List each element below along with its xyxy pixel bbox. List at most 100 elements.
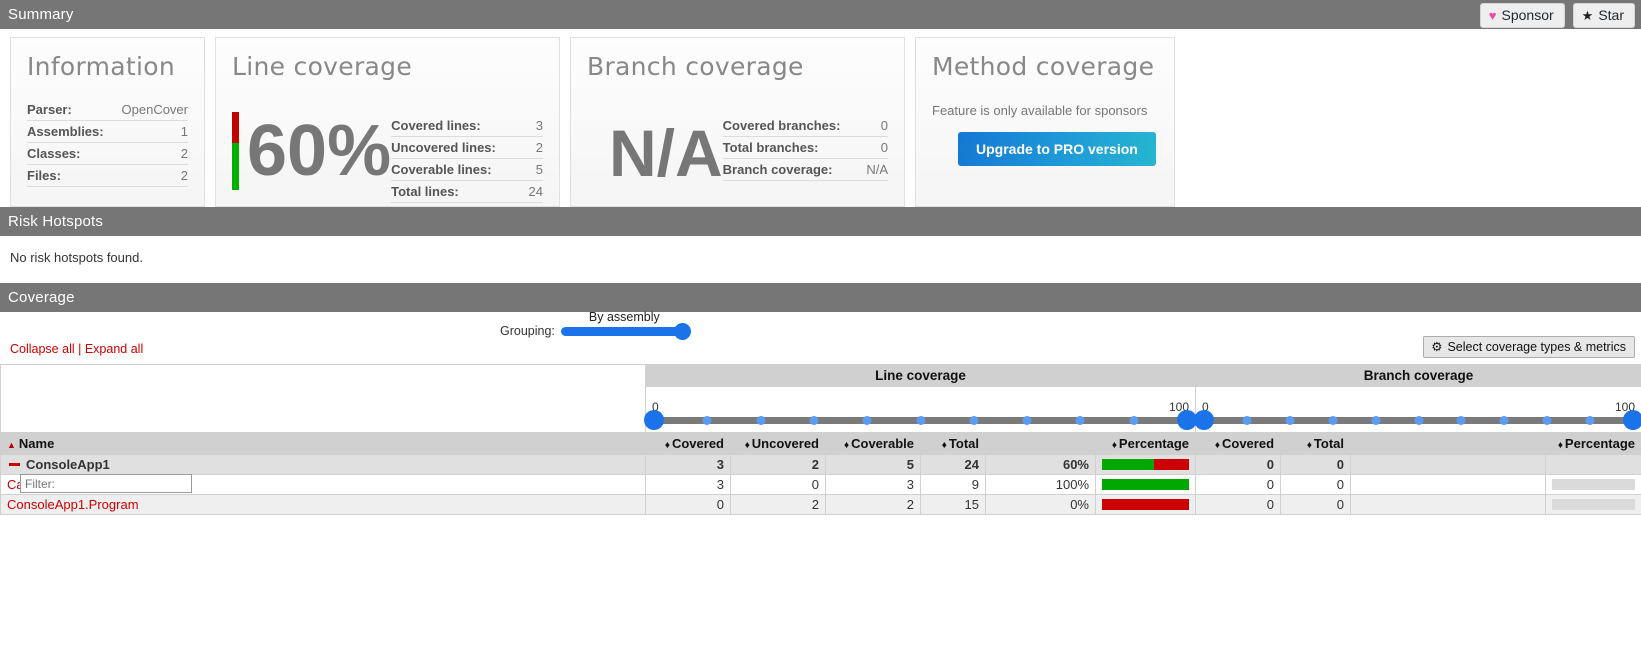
- branch-coverage-range-slider[interactable]: 0 100: [1194, 396, 1641, 430]
- column-header-branch-percentage[interactable]: ♦ Percentage: [1350, 432, 1641, 455]
- range-tick: [1585, 415, 1595, 425]
- info-value: 1: [118, 120, 188, 143]
- coverage-bar-empty: [1552, 479, 1636, 490]
- info-key: Classes:: [27, 142, 119, 165]
- line-metric-value: 24: [515, 180, 543, 203]
- cell-branch-total: 0: [1280, 474, 1352, 495]
- column-header-name-label: Name: [18, 436, 55, 451]
- column-header-name[interactable]: ▲ Name: [0, 432, 646, 455]
- info-value: 2: [118, 142, 188, 165]
- cell-line-coverage-bar: [1094, 494, 1197, 515]
- branch-range-track[interactable]: [1194, 409, 1641, 430]
- risk-hotspots-title: Risk Hotspots: [8, 213, 104, 230]
- header-buttons: ♥ Sponsor ★ Star: [1479, 3, 1635, 28]
- cell-line-percentage: 60%: [985, 454, 1096, 475]
- line-coverage-range-cell: 0 100: [644, 386, 1198, 433]
- range-tick: [1328, 415, 1338, 425]
- branch-range-scale: 0 100: [1202, 400, 1635, 414]
- range-tick: [1242, 415, 1252, 425]
- upgrade-to-pro-button[interactable]: Upgrade to PRO version: [958, 132, 1156, 166]
- cell-branch-total: 0: [1280, 454, 1352, 475]
- filter-input[interactable]: [20, 474, 192, 493]
- sort-icon: ♦: [1306, 440, 1312, 451]
- cell-branch-coverage-bar: [1545, 494, 1641, 515]
- branch-range-knob-max[interactable]: [1623, 409, 1641, 430]
- column-header-branch-percentage-label: Percentage: [1564, 436, 1636, 451]
- branch-coverage-range-cell: 0 100: [1194, 386, 1641, 433]
- coverage-column-header-row: ▲ Name ♦ Covered ♦ Uncovered ♦ Coverable ♦ To…: [0, 432, 1641, 455]
- line-range-track[interactable]: [644, 409, 1198, 430]
- info-key: Files:: [27, 164, 119, 187]
- cell-line-coverable: 3: [825, 474, 921, 495]
- row-name-cell[interactable]: ConsoleApp1.Program: [0, 494, 646, 515]
- method-coverage-card-title: Method coverage: [932, 52, 1155, 81]
- sort-icon: ♦: [744, 440, 750, 451]
- grouping-label: Grouping:: [500, 324, 555, 338]
- branch-coverage-group-header: Branch coverage: [1195, 364, 1641, 387]
- line-range-scale: 0 100: [652, 400, 1189, 414]
- branch-coverage-body: N/A Covered branches: 0 Total branches: …: [587, 99, 888, 189]
- risk-hotspots-body: No risk hotspots found.: [0, 236, 1641, 283]
- sponsor-button[interactable]: ♥ Sponsor: [1479, 3, 1565, 28]
- column-header-branch-covered-label: Covered: [1221, 436, 1275, 451]
- cell-line-total: 24: [920, 454, 986, 475]
- grouping-control: Grouping: By assembly: [500, 310, 691, 340]
- table-row[interactable]: ConsoleApp1 3 2 5 24 60% 0 0: [0, 454, 1641, 475]
- column-header-branch-covered[interactable]: ♦ Covered: [1195, 432, 1282, 455]
- collapse-all-link[interactable]: Collapse all: [10, 342, 75, 356]
- cell-line-covered: 3: [645, 454, 731, 475]
- coverage-bar-uncovered: [1102, 499, 1190, 510]
- range-tick: [1129, 415, 1139, 425]
- branch-range-knob-min[interactable]: [1194, 409, 1215, 430]
- table-row: Assemblies: 1: [27, 120, 188, 143]
- column-header-branch-total[interactable]: ♦ Total: [1280, 432, 1352, 455]
- column-header-line-uncovered[interactable]: ♦ Uncovered: [730, 432, 826, 455]
- class-link[interactable]: ConsoleApp1.Program: [7, 497, 139, 512]
- coverage-bar-empty: [1552, 499, 1636, 510]
- column-header-line-coverable-label: Coverable: [851, 436, 914, 451]
- info-value: 2: [118, 164, 188, 187]
- column-header-line-total[interactable]: ♦ Total: [920, 432, 986, 455]
- line-metric-value: 5: [515, 158, 543, 181]
- line-metric-key: Covered lines:: [391, 115, 516, 137]
- filter-container: [20, 474, 192, 493]
- coverage-section-bar: Coverage: [0, 283, 1641, 312]
- table-row: Uncovered lines: 2: [391, 136, 543, 159]
- row-name-cell[interactable]: ConsoleApp1: [0, 454, 646, 475]
- line-coverage-range-slider[interactable]: 0 100: [644, 396, 1198, 430]
- column-header-line-percentage[interactable]: ♦ Percentage: [984, 432, 1197, 455]
- select-coverage-metrics-button[interactable]: ⚙ Select coverage types & metrics: [1423, 336, 1635, 358]
- branch-metric-key: Total branches:: [722, 136, 865, 159]
- line-coverage-card: Line coverage 60% Covered lines: 3 Uncov…: [215, 37, 560, 225]
- method-coverage-note: Feature is only available for sponsors: [932, 103, 1148, 118]
- risk-hotspots-section-bar: Risk Hotspots: [0, 207, 1641, 236]
- star-button[interactable]: ★ Star: [1572, 3, 1635, 28]
- table-row: Classes: 2: [27, 142, 188, 165]
- column-header-line-covered[interactable]: ♦ Covered: [645, 432, 731, 455]
- sort-icon: ♦: [664, 440, 670, 451]
- grouping-slider[interactable]: [560, 323, 691, 340]
- branch-coverage-table: Covered branches: 0 Total branches: 0 Br…: [722, 115, 888, 181]
- cell-branch-covered: 0: [1195, 474, 1282, 495]
- table-row: Covered branches: 0: [722, 115, 888, 137]
- branch-metric-value: 0: [864, 136, 888, 159]
- sponsor-button-label: Sponsor: [1501, 7, 1554, 23]
- coverage-bar: [1102, 459, 1189, 470]
- coverage-bar: [1102, 479, 1190, 490]
- cell-branch-percentage: [1350, 454, 1547, 475]
- table-row[interactable]: ConsoleApp1.Program 0 2 2 15 0% 0 0: [0, 494, 1641, 515]
- table-row[interactable]: Calculator 3 0 3 9 100% 0 0: [0, 474, 1641, 495]
- range-tick: [916, 415, 925, 425]
- column-header-line-uncovered-label: Uncovered: [751, 436, 819, 451]
- covered-segment: [232, 143, 239, 190]
- line-range-knob-min[interactable]: [644, 409, 664, 430]
- collapse-icon[interactable]: [9, 462, 20, 466]
- column-header-branch-total-label: Total: [1313, 436, 1345, 451]
- expand-all-link[interactable]: Expand all: [85, 342, 143, 356]
- sort-icon: ♦: [1214, 440, 1220, 451]
- branch-coverage-table-body: Covered branches: 0 Total branches: 0 Br…: [722, 115, 888, 181]
- column-header-line-coverable[interactable]: ♦ Coverable: [825, 432, 921, 455]
- cell-line-covered: 0: [645, 494, 731, 515]
- grouping-slider-thumb[interactable]: [673, 323, 691, 340]
- cell-line-percentage: 100%: [985, 474, 1096, 495]
